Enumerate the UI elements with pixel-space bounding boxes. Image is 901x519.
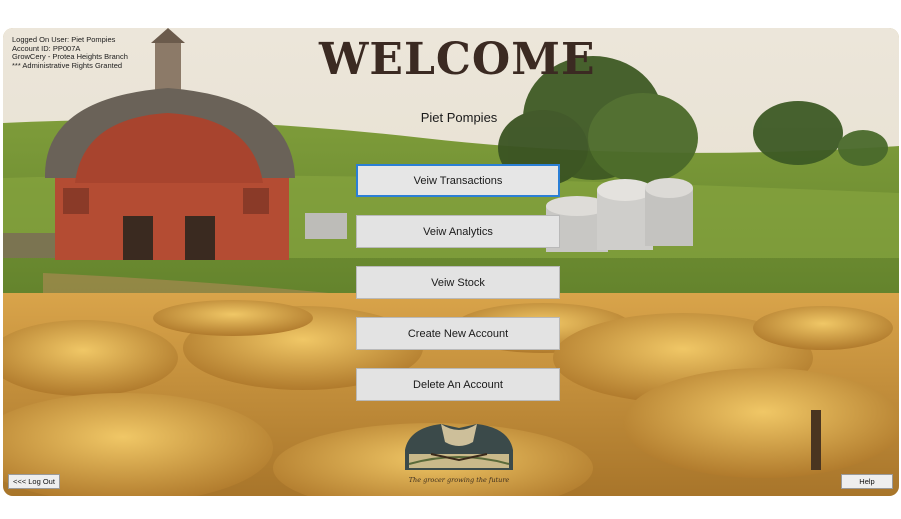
view-analytics-button[interactable]: Veiw Analytics bbox=[356, 215, 560, 248]
delete-account-button[interactable]: Delete An Account bbox=[356, 368, 560, 401]
main-menu-window: Logged On User: Piet Pompies Account ID:… bbox=[3, 28, 899, 496]
user-info-panel: Logged On User: Piet Pompies Account ID:… bbox=[12, 35, 128, 70]
admin-rights-text: *** Administrative Rights Granted bbox=[12, 60, 123, 70]
welcome-header: WELCOME bbox=[319, 34, 596, 104]
create-new-account-button[interactable]: Create New Account bbox=[356, 317, 560, 350]
view-stock-button[interactable]: Veiw Stock bbox=[356, 266, 560, 299]
view-transactions-button[interactable]: Veiw Transactions bbox=[356, 164, 560, 197]
help-button[interactable]: Help bbox=[841, 474, 893, 489]
logout-button[interactable]: <<< Log Out bbox=[8, 474, 60, 489]
logo-caption-text: The grocer growing the future bbox=[408, 476, 510, 484]
welcome-title: WELCOME bbox=[319, 34, 596, 85]
user-name-label: Piet Pompies bbox=[420, 110, 498, 125]
